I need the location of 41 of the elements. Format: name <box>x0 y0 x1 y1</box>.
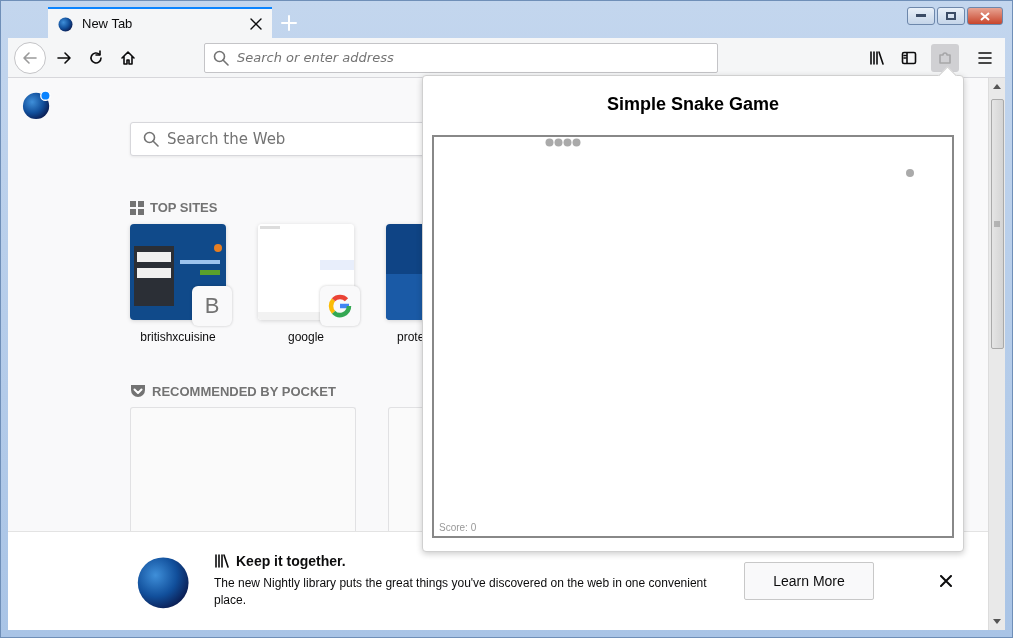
sidebar-icon <box>901 49 917 66</box>
globe-icon <box>58 15 74 32</box>
home-icon <box>120 49 136 66</box>
food-dot-icon <box>906 169 914 177</box>
score-text: Score: 0 <box>439 522 478 533</box>
pocket-icon <box>130 384 146 399</box>
browser-tab[interactable]: New Tab <box>48 7 272 38</box>
library-icon <box>869 49 885 66</box>
plus-icon <box>281 14 297 31</box>
search-icon <box>213 49 229 66</box>
reload-icon <box>88 49 104 66</box>
grid-icon <box>130 200 144 215</box>
site-label: google <box>287 330 324 344</box>
library-icon <box>214 553 230 569</box>
popup-title: Simple Snake Game <box>606 94 780 115</box>
snake-drawing <box>545 138 581 147</box>
forward-arrow-icon <box>56 49 72 66</box>
site-label: britishxcuisine <box>140 330 216 344</box>
section-title: RECOMMENDED BY POCKET <box>152 384 336 399</box>
back-arrow-icon <box>22 49 38 66</box>
learn-more-button[interactable]: Learn More <box>744 562 874 600</box>
site-badge: B <box>192 286 232 326</box>
section-title: TOP SITES <box>150 200 218 215</box>
address-field[interactable]: Search or enter address <box>204 42 718 73</box>
menu-icon <box>977 49 993 66</box>
minimize-icon <box>916 14 926 18</box>
grip-icon <box>994 221 1000 227</box>
scroll-up-icon[interactable] <box>993 84 1001 89</box>
scrollbar[interactable] <box>988 78 1005 630</box>
maximize-icon <box>946 12 956 20</box>
close-icon <box>980 11 990 21</box>
notification-title: Keep it together. <box>236 553 346 569</box>
search-icon <box>143 131 159 147</box>
notification-text: The new Nightly library puts the great things you've discovered on the web in one convenient place. <box>214 575 708 609</box>
g-logo-icon <box>327 293 353 319</box>
nightly-logo-icon <box>22 90 52 120</box>
close-icon <box>250 17 262 30</box>
minimize-button[interactable] <box>907 7 935 25</box>
scroll-down-icon[interactable] <box>993 619 1001 624</box>
close-icon <box>940 575 952 587</box>
maximize-button[interactable] <box>937 7 965 25</box>
